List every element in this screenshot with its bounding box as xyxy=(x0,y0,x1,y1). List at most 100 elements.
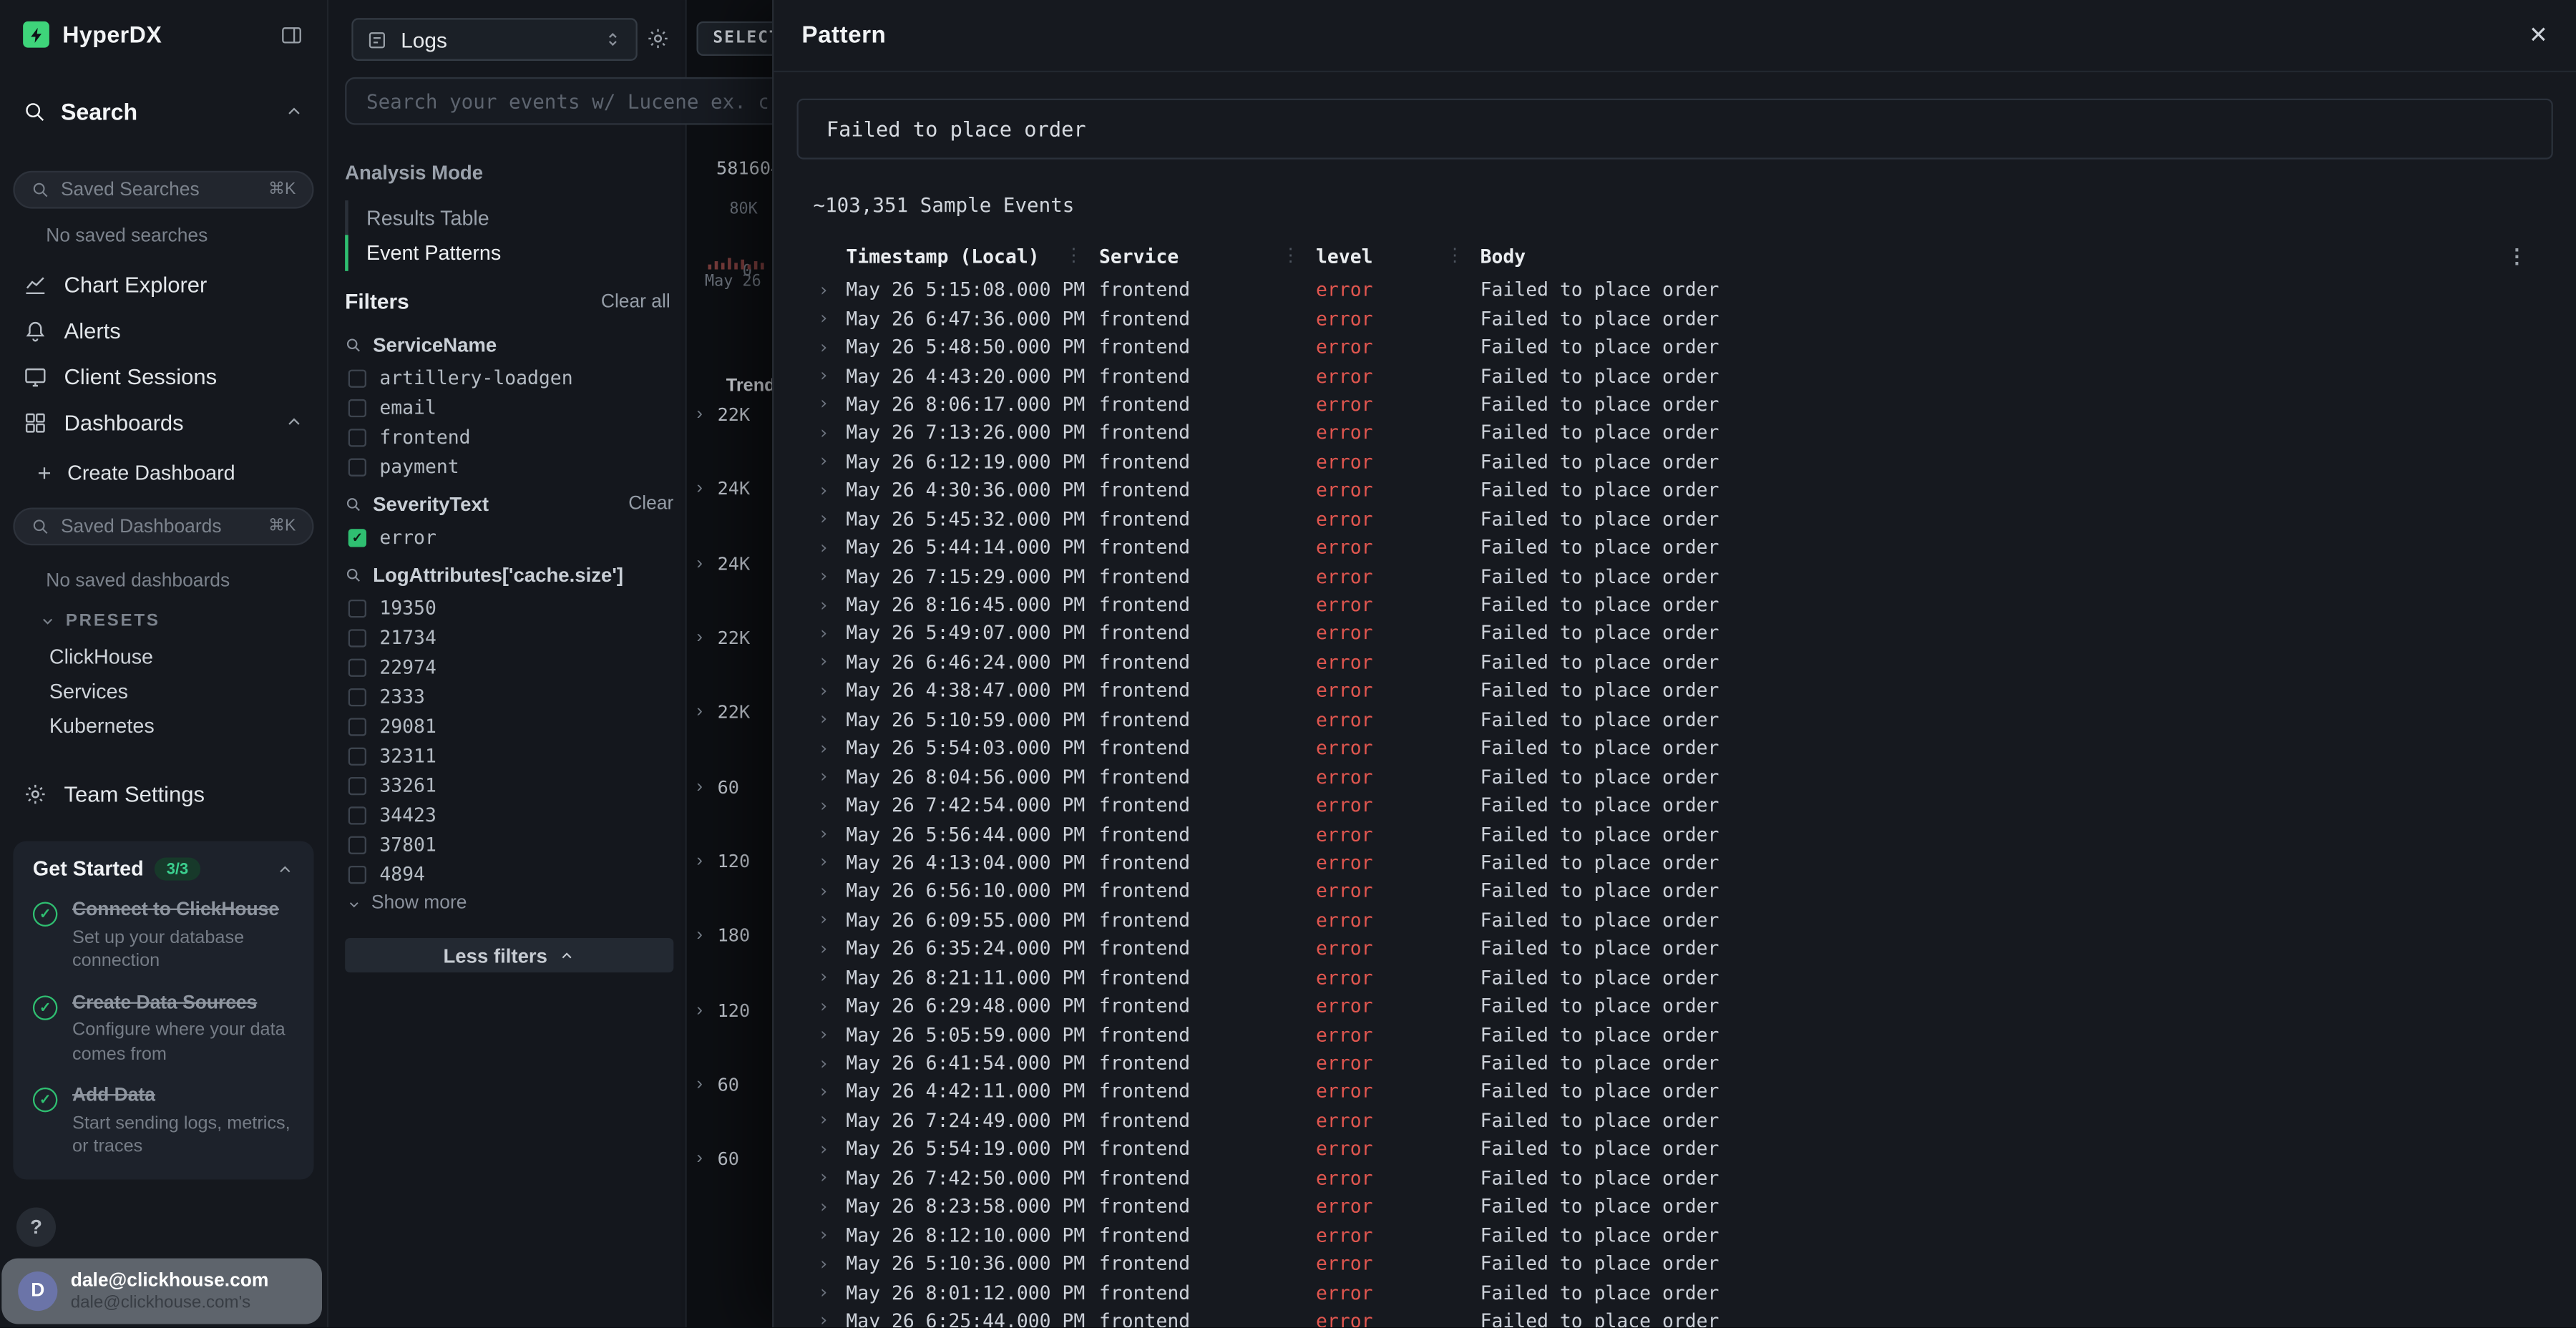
event-row[interactable]: › May 26 6:41:54.000 PM frontend error F… xyxy=(797,1049,2553,1078)
expand-chevron-icon[interactable]: › xyxy=(696,404,702,426)
expand-chevron-icon[interactable]: › xyxy=(797,565,847,587)
event-row[interactable]: › May 26 5:56:44.000 PM frontend error F… xyxy=(797,819,2553,848)
chevron-up-icon[interactable] xyxy=(284,102,304,122)
filter-option[interactable]: 29081 xyxy=(345,711,673,741)
get-started-header[interactable]: Get Started 3/3 xyxy=(33,857,294,880)
expand-chevron-icon[interactable]: › xyxy=(696,702,702,723)
event-row[interactable]: › May 26 5:54:19.000 PM frontend error F… xyxy=(797,1135,2553,1163)
event-row[interactable]: › May 26 6:25:44.000 PM frontend error F… xyxy=(797,1307,2553,1328)
expand-chevron-icon[interactable]: › xyxy=(797,737,847,758)
get-started-step[interactable]: ✓ Create Data Sources Configure where yo… xyxy=(33,992,294,1067)
checkbox[interactable] xyxy=(348,457,366,475)
event-row[interactable]: › May 26 8:21:11.000 PM frontend error F… xyxy=(797,962,2553,991)
checkbox[interactable] xyxy=(348,865,366,883)
expand-chevron-icon[interactable]: › xyxy=(797,365,847,386)
expand-chevron-icon[interactable]: › xyxy=(797,995,847,1017)
event-row[interactable]: › May 26 5:10:36.000 PM frontend error F… xyxy=(797,1249,2553,1278)
get-started-step[interactable]: ✓ Connect to ClickHouse Set up your data… xyxy=(33,899,294,974)
expand-chevron-icon[interactable]: › xyxy=(696,479,702,500)
filter-option[interactable]: frontend xyxy=(345,422,673,451)
expand-chevron-icon[interactable]: › xyxy=(797,937,847,959)
checkbox[interactable] xyxy=(348,428,366,446)
expand-chevron-icon[interactable]: › xyxy=(797,594,847,615)
expand-chevron-icon[interactable]: › xyxy=(696,1000,702,1022)
less-filters-button[interactable]: Less filters xyxy=(345,938,673,972)
expand-chevron-icon[interactable]: › xyxy=(696,553,702,575)
event-row[interactable]: › May 26 8:12:10.000 PM frontend error F… xyxy=(797,1221,2553,1249)
filter-option[interactable]: 2333 xyxy=(345,682,673,711)
event-row[interactable]: › May 26 6:09:55.000 PM frontend error F… xyxy=(797,905,2553,934)
event-search-input[interactable]: Search your events w/ Lucene ex. col xyxy=(345,77,789,125)
expand-chevron-icon[interactable]: › xyxy=(797,651,847,673)
expand-chevron-icon[interactable]: › xyxy=(696,776,702,798)
filter-option[interactable]: 21734 xyxy=(345,622,673,652)
preset-services[interactable]: Services xyxy=(0,668,327,703)
filter-option[interactable]: 32311 xyxy=(345,741,673,770)
filter-option[interactable]: 19350 xyxy=(345,593,673,622)
saved-searches-input[interactable]: Saved Searches ⌘K xyxy=(13,171,313,209)
expand-chevron-icon[interactable]: › xyxy=(797,967,847,988)
filter-option[interactable]: email xyxy=(345,393,673,422)
event-row[interactable]: › May 26 6:47:36.000 PM frontend error F… xyxy=(797,304,2553,333)
filter-option[interactable]: 37801 xyxy=(345,829,673,859)
column-level[interactable]: level ⋮ xyxy=(1316,245,1480,271)
show-more-button[interactable]: Show more xyxy=(346,894,673,914)
chevron-up-icon[interactable] xyxy=(276,860,294,878)
sidebar-item-search[interactable]: Search xyxy=(0,59,327,125)
sidebar-item-client-sessions[interactable]: Client Sessions xyxy=(0,353,327,399)
expand-chevron-icon[interactable]: › xyxy=(797,479,847,501)
event-row[interactable]: › May 26 5:54:03.000 PM frontend error F… xyxy=(797,733,2553,762)
expand-chevron-icon[interactable]: › xyxy=(797,1281,847,1303)
close-icon[interactable]: ✕ xyxy=(2529,21,2548,49)
analysis-mode-option[interactable]: Event Patterns xyxy=(345,235,670,270)
expand-chevron-icon[interactable]: › xyxy=(797,508,847,529)
chevron-up-icon[interactable] xyxy=(284,412,304,432)
expand-chevron-icon[interactable]: › xyxy=(797,823,847,844)
expand-chevron-icon[interactable]: › xyxy=(797,794,847,816)
event-row[interactable]: › May 26 7:24:49.000 PM frontend error F… xyxy=(797,1106,2553,1135)
event-row[interactable]: › May 26 7:42:50.000 PM frontend error F… xyxy=(797,1163,2553,1192)
source-select[interactable]: Logs xyxy=(351,18,637,61)
sidebar-item-alerts[interactable]: Alerts xyxy=(0,307,327,353)
checkbox[interactable] xyxy=(348,688,366,706)
event-row[interactable]: › May 26 5:44:14.000 PM frontend error F… xyxy=(797,533,2553,562)
checkbox[interactable] xyxy=(348,399,366,416)
expand-chevron-icon[interactable]: › xyxy=(797,1167,847,1188)
column-service[interactable]: Service ⋮ xyxy=(1099,245,1316,271)
column-timestamp[interactable]: Timestamp (Local) ⋮ xyxy=(846,245,1099,271)
filter-option[interactable]: 22974 xyxy=(345,652,673,681)
event-row[interactable]: › May 26 5:15:08.000 PM frontend error F… xyxy=(797,275,2553,304)
expand-chevron-icon[interactable]: › xyxy=(797,336,847,358)
event-row[interactable]: › May 26 8:06:17.000 PM frontend error F… xyxy=(797,390,2553,419)
expand-chevron-icon[interactable]: › xyxy=(797,708,847,730)
expand-chevron-icon[interactable]: › xyxy=(696,1149,702,1171)
filter-option[interactable]: artillery-loadgen xyxy=(345,363,673,392)
sidebar-item-team-settings[interactable]: Team Settings xyxy=(0,771,327,816)
event-row[interactable]: › May 26 7:13:26.000 PM frontend error F… xyxy=(797,419,2553,447)
checkbox[interactable] xyxy=(348,746,366,764)
event-row[interactable]: › May 26 8:16:45.000 PM frontend error F… xyxy=(797,590,2553,619)
expand-chevron-icon[interactable]: › xyxy=(797,680,847,701)
filter-option[interactable]: 33261 xyxy=(345,771,673,800)
event-row[interactable]: › May 26 6:46:24.000 PM frontend error F… xyxy=(797,648,2553,676)
expand-chevron-icon[interactable]: › xyxy=(797,1024,847,1045)
expand-chevron-icon[interactable]: › xyxy=(797,766,847,787)
expand-chevron-icon[interactable]: › xyxy=(797,1053,847,1074)
expand-chevron-icon[interactable]: › xyxy=(696,1075,702,1096)
presets-toggle[interactable]: PRESETS xyxy=(0,592,327,635)
event-row[interactable]: › May 26 5:48:50.000 PM frontend error F… xyxy=(797,333,2553,361)
filter-group-header[interactable]: LogAttributes['cache.size'] xyxy=(345,564,673,587)
event-row[interactable]: › May 26 5:05:59.000 PM frontend error F… xyxy=(797,1020,2553,1048)
expand-chevron-icon[interactable]: › xyxy=(797,1196,847,1217)
expand-chevron-icon[interactable]: › xyxy=(797,394,847,415)
expand-chevron-icon[interactable]: › xyxy=(797,1138,847,1160)
filter-option[interactable]: 4894 xyxy=(345,859,673,889)
create-dashboard-button[interactable]: Create Dashboard xyxy=(0,445,327,491)
filter-group-header[interactable]: ServiceName xyxy=(345,333,673,356)
expand-chevron-icon[interactable]: › xyxy=(797,537,847,558)
event-row[interactable]: › May 26 8:04:56.000 PM frontend error F… xyxy=(797,762,2553,791)
event-row[interactable]: › May 26 5:49:07.000 PM frontend error F… xyxy=(797,619,2553,648)
event-row[interactable]: › May 26 6:35:24.000 PM frontend error F… xyxy=(797,934,2553,962)
expand-chevron-icon[interactable]: › xyxy=(696,926,702,947)
event-row[interactable]: › May 26 5:45:32.000 PM frontend error F… xyxy=(797,504,2553,533)
